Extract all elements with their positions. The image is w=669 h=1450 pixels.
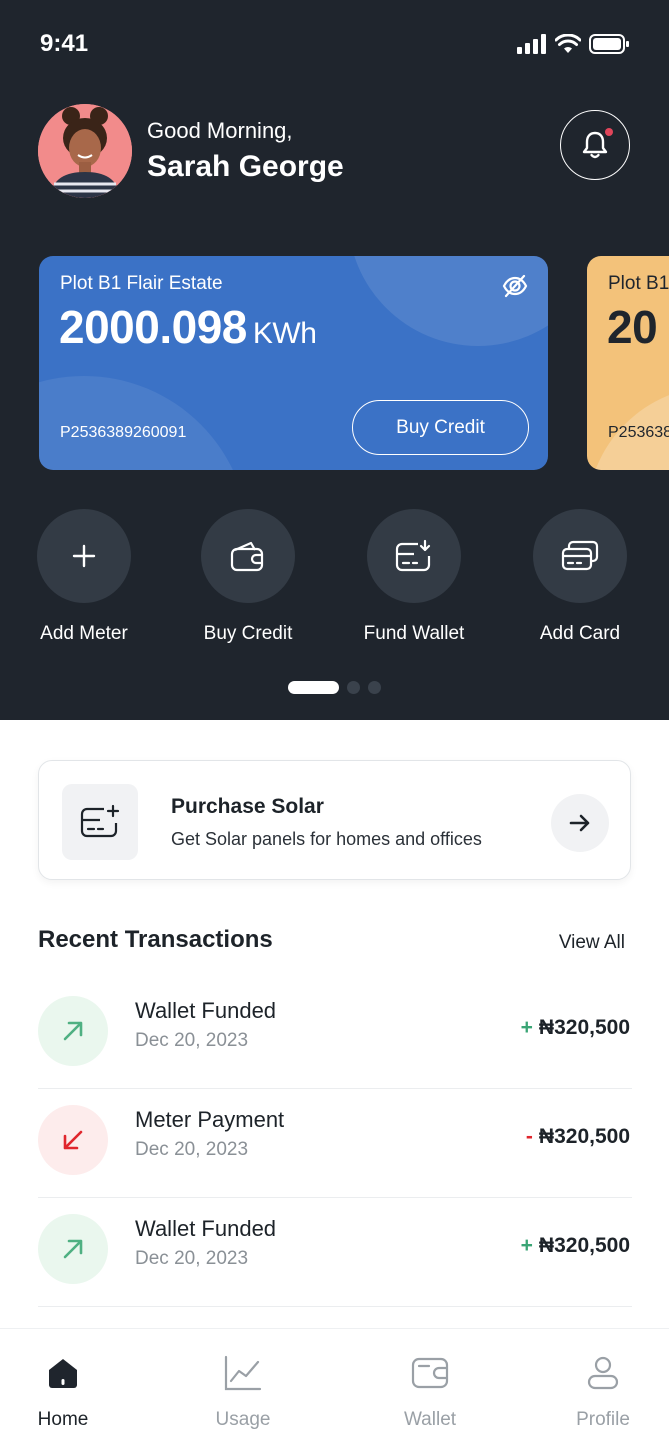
- transaction-row[interactable]: Meter Payment Dec 20, 2023 - ₦320,500: [38, 1089, 632, 1198]
- recent-transactions-title: Recent Transactions: [38, 926, 273, 953]
- promo-subtitle: Get Solar panels for homes and offices: [171, 829, 482, 849]
- add-card-action[interactable]: Add Card: [510, 509, 650, 645]
- card-decoration: [348, 256, 548, 346]
- eye-off-icon[interactable]: [501, 272, 529, 300]
- transaction-sign: +: [520, 1016, 533, 1039]
- transaction-amount: + ₦320,500: [521, 1016, 630, 1040]
- transaction-value: ₦320,500: [538, 1125, 630, 1148]
- transaction-date: Dec 20, 2023: [135, 1139, 249, 1160]
- greeting-text: Good Morning,: [147, 118, 293, 143]
- plus-icon: [72, 544, 96, 568]
- battery-icon: [589, 34, 629, 54]
- transaction-value: ₦320,500: [538, 1016, 630, 1039]
- avatar-illustration: [38, 104, 132, 198]
- transaction-date: Dec 20, 2023: [135, 1030, 249, 1051]
- meter-card[interactable]: Plot B1 Flair Estate 2000.098 KWh P253638…: [39, 256, 548, 470]
- transaction-sign: -: [525, 1125, 533, 1148]
- tab-home[interactable]: Home: [8, 1353, 118, 1431]
- add-meter-button[interactable]: [37, 509, 131, 603]
- home-icon: [49, 1359, 77, 1388]
- pager-dot[interactable]: [347, 681, 360, 694]
- buy-credit-action[interactable]: Buy Credit: [178, 509, 318, 645]
- promo-icon-box: [62, 784, 138, 860]
- chart-icon: [224, 1355, 262, 1391]
- add-card-button[interactable]: [533, 509, 627, 603]
- transaction-icon: [38, 996, 108, 1066]
- transaction-icon: [38, 1105, 108, 1175]
- meter-card[interactable]: Plot B1 20 P253638: [587, 256, 669, 470]
- arrow-down-left-icon: [63, 1130, 83, 1150]
- transaction-sign: +: [520, 1234, 533, 1257]
- cards-icon: [561, 540, 599, 571]
- quick-actions: Add Meter Buy Credit Fund Wallet Add Car…: [0, 509, 669, 649]
- meter-card-plot: Plot B1: [608, 273, 669, 294]
- greeting-row: Good Morning, Sarah George: [38, 104, 630, 198]
- tab-profile[interactable]: Profile: [548, 1353, 658, 1431]
- transaction-row[interactable]: Wallet Funded Dec 20, 2023 + ₦320,500: [38, 980, 632, 1089]
- arrow-up-right-icon: [63, 1239, 83, 1259]
- fund-wallet-action[interactable]: Fund Wallet: [344, 509, 484, 645]
- transaction-amount: - ₦320,500: [526, 1125, 630, 1149]
- tab-label: Wallet: [403, 1409, 457, 1430]
- transaction-amount: + ₦320,500: [521, 1234, 630, 1258]
- meter-card-amount: 2000.098: [59, 301, 247, 353]
- promo-title: Purchase Solar: [171, 795, 324, 818]
- buy-credit-action-button[interactable]: [201, 509, 295, 603]
- action-label: Add Card: [539, 623, 621, 644]
- avatar[interactable]: [38, 104, 132, 198]
- fund-wallet-button[interactable]: [367, 509, 461, 603]
- pager-dot-active[interactable]: [288, 681, 339, 694]
- meter-card-id: P2536389260091: [60, 424, 187, 441]
- wifi-icon: [555, 34, 581, 53]
- tab-label: Home: [37, 1409, 89, 1430]
- purchase-solar-card[interactable]: Purchase Solar Get Solar panels for home…: [38, 760, 631, 880]
- transaction-icon: [38, 1214, 108, 1284]
- transaction-title: Wallet Funded: [135, 1216, 277, 1241]
- arrow-right-icon: [569, 814, 590, 832]
- status-icons: [517, 34, 629, 54]
- user-name: Sarah George: [147, 150, 344, 183]
- meter-card-plot: Plot B1 Flair Estate: [60, 273, 223, 294]
- arrow-up-right-icon: [63, 1021, 83, 1041]
- wallet-icon: [230, 541, 264, 572]
- tab-wallet[interactable]: Wallet: [375, 1353, 485, 1431]
- status-time: 9:41: [40, 30, 89, 57]
- bottom-tab-bar: Home Usage Wallet Profile: [0, 1328, 669, 1450]
- view-all-link[interactable]: View All: [559, 932, 625, 954]
- transaction-title: Wallet Funded: [135, 998, 277, 1023]
- notification-badge: [605, 128, 613, 136]
- action-label: Fund Wallet: [363, 623, 465, 644]
- transaction-date: Dec 20, 2023: [135, 1248, 249, 1269]
- card-decoration: [39, 376, 249, 470]
- meter-card-id: P253638: [608, 424, 669, 441]
- dashboard-header: 9:41 Good Morning, Sarah George Plot B1 …: [0, 0, 669, 720]
- transaction-value: ₦320,500: [538, 1234, 630, 1257]
- add-meter-action[interactable]: Add Meter: [14, 509, 154, 645]
- wallet-icon: [411, 1357, 449, 1389]
- promo-arrow-button[interactable]: [551, 794, 609, 852]
- transaction-row[interactable]: Wallet Funded Dec 20, 2023 + ₦320,500: [38, 1198, 632, 1307]
- tab-label: Profile: [576, 1409, 630, 1430]
- meter-card-balance: 2000.098 KWh: [59, 300, 317, 354]
- action-label: Add Meter: [40, 623, 128, 644]
- card-download-icon: [395, 539, 431, 572]
- meter-card-amount: 20: [607, 301, 658, 353]
- tab-usage[interactable]: Usage: [188, 1353, 298, 1431]
- pager-dot[interactable]: [368, 681, 381, 694]
- buy-credit-button[interactable]: Buy Credit: [352, 400, 529, 455]
- bell-icon: [582, 131, 608, 159]
- tab-label: Usage: [215, 1409, 271, 1430]
- notifications-button[interactable]: [560, 110, 630, 180]
- status-bar: 9:41: [0, 0, 669, 90]
- action-label: Buy Credit: [203, 623, 293, 644]
- card-add-icon: [80, 804, 120, 838]
- meter-card-unit: KWh: [252, 317, 317, 350]
- transaction-title: Meter Payment: [135, 1107, 285, 1132]
- signal-icon: [517, 34, 546, 54]
- carousel-pager[interactable]: [288, 681, 381, 694]
- user-icon: [587, 1356, 619, 1390]
